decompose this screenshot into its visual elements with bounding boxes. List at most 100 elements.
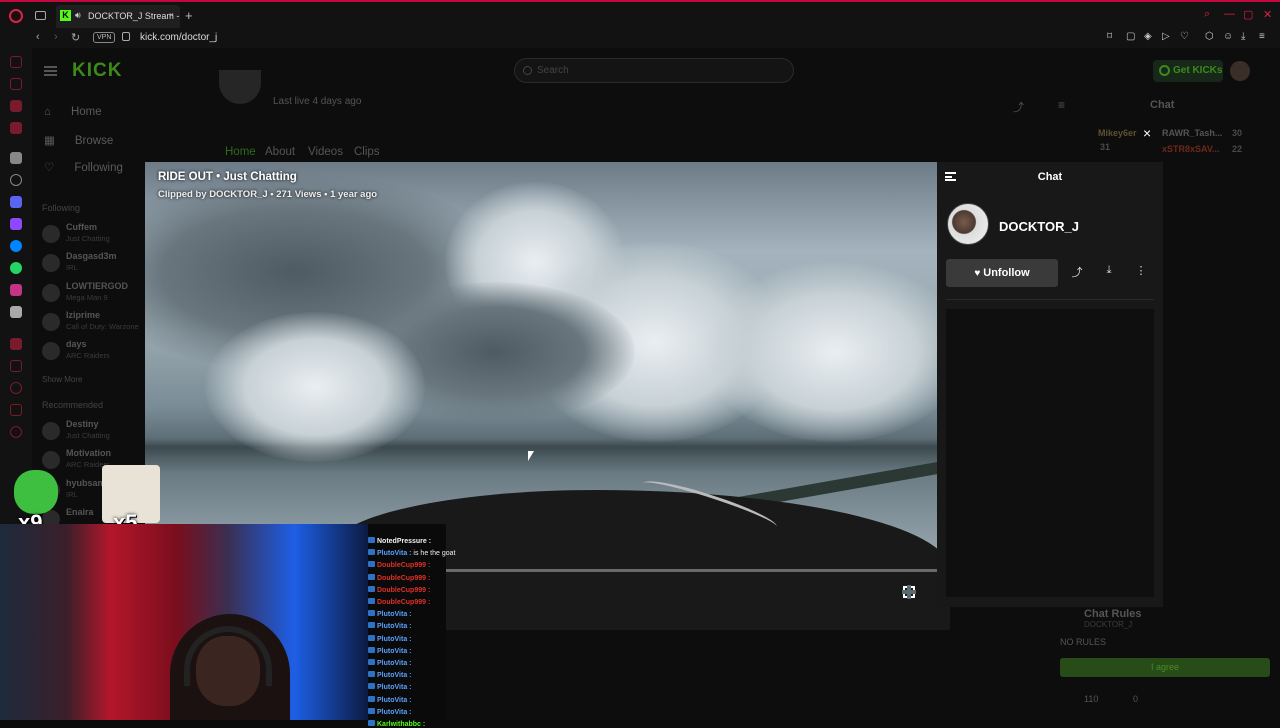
heart-icon: ♡ xyxy=(44,162,55,174)
browser-tab-bar: K 🔊︎ DOCKTOR_J Stream - × + ⌕ — ▢ ✕ xyxy=(0,0,1280,28)
chat-username: PlutoVita : xyxy=(377,696,412,704)
url-field[interactable]: kick.com/doctor_j xyxy=(140,32,217,43)
snapshot-icon[interactable]: ▢ xyxy=(1126,31,1135,42)
browser-tab[interactable]: K 🔊︎ DOCKTOR_J Stream - × xyxy=(56,5,180,28)
chat-username: NotedPressure : xyxy=(377,538,432,545)
user-avatar[interactable] xyxy=(1230,61,1250,81)
search-input[interactable]: Search xyxy=(514,58,794,83)
channel-category: Just Chatting xyxy=(66,234,110,243)
tab-home[interactable]: Home xyxy=(225,146,256,158)
extensions-icon[interactable]: ⬡ xyxy=(1205,31,1214,42)
show-more-link[interactable]: Show More xyxy=(42,375,82,384)
sidebar-arrow-icon[interactable] xyxy=(10,152,22,164)
sidebar-instagram-icon[interactable] xyxy=(10,284,22,296)
unfollow-button[interactable]: ♥ Unfollow xyxy=(946,259,1058,287)
badge-icon xyxy=(368,707,375,714)
badge-icon xyxy=(368,646,375,653)
close-icon[interactable]: × xyxy=(1143,125,1151,141)
vpn-badge[interactable]: VPN xyxy=(93,32,116,43)
profile-icon[interactable]: ☺ xyxy=(1223,31,1233,42)
player-icon[interactable]: ▷ xyxy=(1162,31,1170,42)
search-tabs-icon[interactable]: ⌕ xyxy=(1204,8,1210,21)
sidebar-x-icon[interactable] xyxy=(10,306,22,318)
kick-logo[interactable]: KICK xyxy=(72,60,122,82)
kick-favicon-icon: K xyxy=(60,10,71,21)
menu-icon[interactable]: ≡ xyxy=(1259,31,1265,42)
nav-home-label: Home xyxy=(70,106,102,118)
sidebar-m-icon[interactable] xyxy=(10,122,22,134)
tab-about[interactable]: About xyxy=(265,146,295,158)
share-icon[interactable]: ⤴ xyxy=(1067,264,1087,282)
get-kicks-button[interactable]: Get KICKs xyxy=(1153,60,1223,82)
back-icon[interactable]: ‹ xyxy=(36,31,40,43)
heart-icon: ♥ xyxy=(974,268,981,279)
nav-home[interactable]: ⌂ Home xyxy=(44,106,102,118)
following-channel[interactable]: Dasgasd3m IRL xyxy=(42,251,152,275)
sidebar-music-icon[interactable] xyxy=(10,338,22,350)
unfollow-label: Unfollow xyxy=(983,267,1030,279)
download-icon[interactable]: ⤓ xyxy=(1099,264,1119,282)
chest-count: 0 xyxy=(1133,694,1139,704)
channel-name: Destiny xyxy=(66,419,99,429)
following-channel[interactable]: Cuffem Just Chatting xyxy=(42,222,152,246)
sidebar-settings-icon[interactable] xyxy=(10,426,22,438)
close-window-button[interactable]: ✕ xyxy=(1263,8,1272,21)
fullscreen-icon[interactable] xyxy=(902,585,916,599)
webcam-feed xyxy=(0,524,368,720)
nav-browse[interactable]: ▦ Browse xyxy=(44,133,113,147)
chat-username: DoubleCup999 : xyxy=(377,599,431,606)
channel-name[interactable]: DOCKTOR_J xyxy=(999,219,1079,234)
forward-icon[interactable]: › xyxy=(54,31,58,43)
home-icon: ⌂ xyxy=(44,106,51,118)
tab-clips[interactable]: Clips xyxy=(354,146,380,158)
chat-username: PlutoVita : xyxy=(377,708,412,716)
sidebar-message-icon[interactable] xyxy=(10,100,22,112)
clip-panel-title: Chat xyxy=(1037,171,1063,183)
tab-videos[interactable]: Videos xyxy=(308,146,343,158)
sidebar-aria-icon[interactable] xyxy=(10,56,22,68)
sidebar-extension-icon[interactable] xyxy=(10,404,22,416)
sidebar-discord-icon[interactable] xyxy=(10,196,22,208)
recommended-channel[interactable]: Destiny Just Chatting xyxy=(42,419,152,443)
tab-menu-icon[interactable] xyxy=(35,11,46,20)
maximize-button[interactable]: ▢ xyxy=(1243,8,1253,21)
overlay-chat-line: PlutoVita : is he the goat xyxy=(368,549,455,557)
following-channel[interactable]: days ARC Raiders xyxy=(42,339,152,363)
following-channel[interactable]: LOWTIERGOD Mega Man 9 xyxy=(42,281,152,305)
more-options-icon[interactable]: ⋮ xyxy=(1131,264,1151,282)
sidebar-twitch-icon[interactable] xyxy=(10,218,22,230)
heart-icon[interactable]: ♡ xyxy=(1180,31,1189,42)
hamburger-menu-icon[interactable] xyxy=(44,66,57,76)
tab-close-icon[interactable]: × xyxy=(169,10,174,20)
avatar[interactable] xyxy=(947,203,989,245)
collapse-chat-icon[interactable]: ≡ xyxy=(1058,98,1065,112)
overlay-chat-line: DoubleCup999 : xyxy=(368,585,430,594)
shield-icon[interactable]: ◈ xyxy=(1144,31,1152,42)
download-icon[interactable]: ⤓ xyxy=(1241,31,1245,42)
channel-category: Call of Duty: Warzone xyxy=(66,322,139,331)
sidebar-history-icon[interactable] xyxy=(10,382,22,394)
share-icon[interactable]: ⤴ xyxy=(1013,99,1024,115)
channel-name: Dasgasd3m xyxy=(66,251,117,261)
green-emote-icon xyxy=(14,470,58,514)
nav-following[interactable]: ♡ Following xyxy=(44,160,123,174)
sidebar-whatsapp-icon[interactable] xyxy=(10,262,22,274)
minimize-button[interactable]: — xyxy=(1224,8,1235,20)
sidebar-chat-icon[interactable] xyxy=(10,78,22,90)
agree-button[interactable]: I agree xyxy=(1060,658,1270,677)
channel-category: IRL xyxy=(66,263,78,272)
new-tab-button[interactable]: + xyxy=(185,8,193,23)
clip-title: RIDE OUT • Just Chatting xyxy=(158,171,297,183)
overlay-chat-line: PlutoVita : xyxy=(368,610,411,618)
speaker-icon[interactable]: 🔊︎ xyxy=(75,10,81,21)
reload-icon[interactable]: ↻ xyxy=(71,31,80,44)
opera-logo-icon[interactable] xyxy=(9,9,23,23)
sidebar-pin-icon[interactable] xyxy=(10,360,22,372)
sidebar-chatgpt-icon[interactable] xyxy=(10,174,22,186)
following-channel[interactable]: Iziprime Call of Duty: Warzone xyxy=(42,310,152,334)
lock-icon[interactable] xyxy=(122,32,130,41)
bookmark-icon[interactable]: ⌑ xyxy=(1107,31,1112,42)
tab-title: DOCKTOR_J Stream - xyxy=(88,11,180,21)
chat-username: PlutoVita : xyxy=(377,611,412,619)
sidebar-messenger-icon[interactable] xyxy=(10,240,22,252)
